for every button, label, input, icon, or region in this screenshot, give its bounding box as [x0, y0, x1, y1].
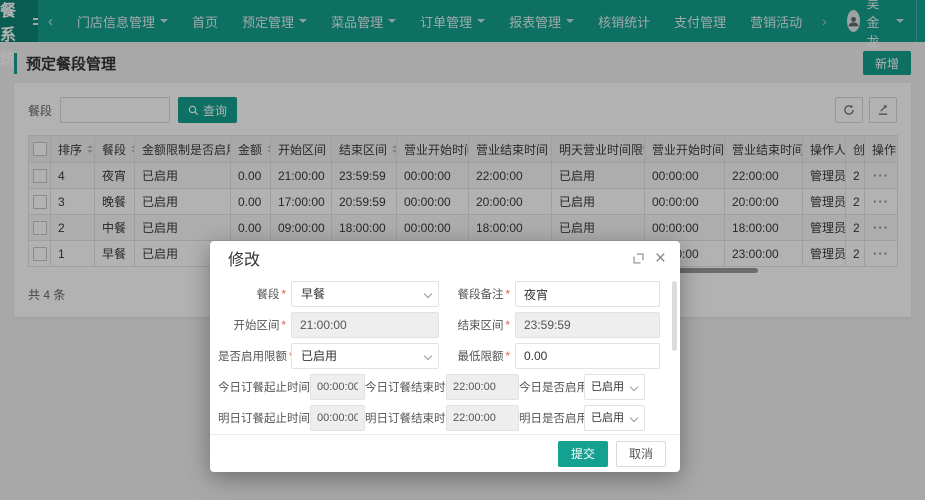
app-window: 订餐系统 ‹ 门店信息管理首页预定管理菜品管理订单管理报表管理核销统计支付管理营…	[0, 0, 925, 500]
meal-select[interactable]: 早餐	[291, 281, 439, 307]
start-range-input	[291, 312, 439, 338]
submit-button[interactable]: 提交	[557, 440, 608, 467]
quota-enabled-select[interactable]: 已启用	[291, 343, 439, 369]
modal-scrollbar-thumb[interactable]	[672, 281, 677, 351]
tomorrow-enabled-select[interactable]: 已启用	[584, 405, 645, 431]
chevron-down-icon	[629, 413, 639, 423]
edit-modal: 修改 × 餐段 * 早餐 餐段备注 * 夜宵 开始区间 * 21:00:00 结…	[210, 241, 680, 472]
end-range-input	[515, 312, 660, 338]
cancel-button[interactable]: 取消	[615, 440, 666, 467]
chevron-down-icon	[423, 289, 433, 299]
today-end-input	[446, 374, 519, 400]
remark-input[interactable]	[515, 281, 660, 307]
min-quota-input[interactable]	[515, 343, 660, 369]
close-icon[interactable]: ×	[655, 249, 666, 268]
chevron-down-icon	[423, 351, 433, 361]
modal-title: 修改	[228, 252, 261, 269]
tomorrow-end-input	[446, 405, 519, 431]
maximize-icon[interactable]	[632, 252, 645, 265]
chevron-down-icon	[629, 382, 639, 392]
tomorrow-start-input	[310, 405, 365, 431]
today-enabled-select[interactable]: 已启用	[584, 374, 645, 400]
today-start-input	[310, 374, 365, 400]
modal-form: 餐段* 早餐 餐段备注* 开始区间* 结束区间* 是否启用限额* 已启用	[210, 275, 680, 431]
